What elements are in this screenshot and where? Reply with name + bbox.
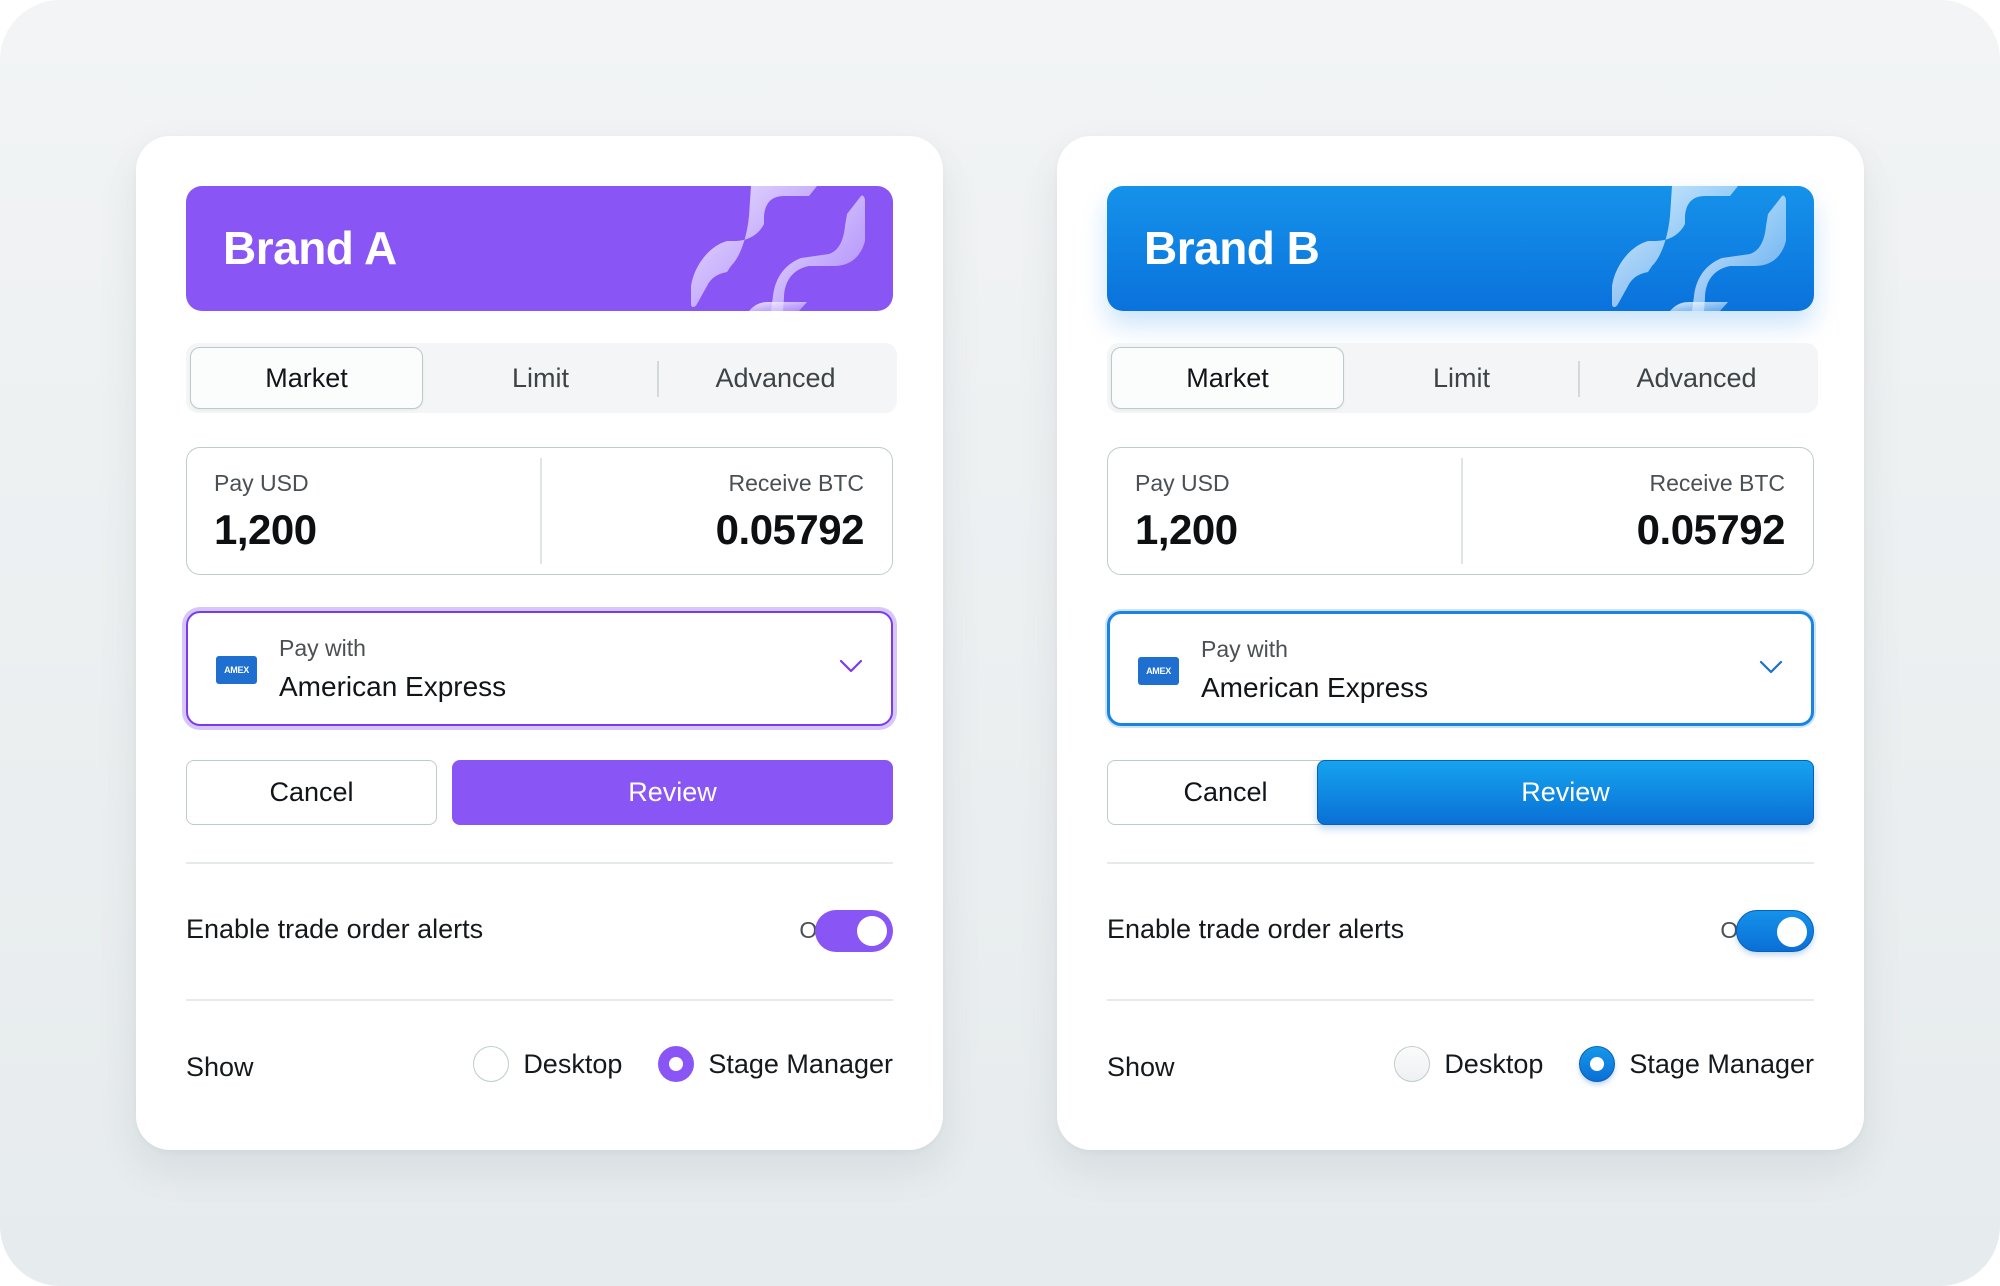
alerts-toggle-label: Enable trade order alerts bbox=[186, 914, 484, 944]
payment-method-label: Pay with bbox=[1201, 636, 1288, 662]
brand-title: Brand A bbox=[223, 222, 397, 274]
radio-option-stage-manager[interactable]: Stage Manager bbox=[658, 1046, 893, 1082]
receive-amount-value[interactable]: 0.05792 bbox=[1637, 506, 1786, 554]
cancel-button[interactable]: Cancel bbox=[186, 760, 437, 825]
receive-currency-label: Receive BTC bbox=[1649, 470, 1785, 496]
divider bbox=[186, 999, 893, 1001]
tab-limit[interactable]: Limit bbox=[424, 347, 657, 409]
divider bbox=[1107, 999, 1814, 1001]
radio-button-selected[interactable] bbox=[1579, 1046, 1616, 1082]
show-label: Show bbox=[186, 1052, 254, 1082]
radio-label: Desktop bbox=[1444, 1048, 1544, 1079]
review-button[interactable]: Review bbox=[452, 760, 893, 825]
show-radio-group: Desktop Stage Manager bbox=[473, 1044, 893, 1084]
payment-method-select[interactable]: AMEX Pay with American Express bbox=[186, 611, 893, 726]
tab-advanced[interactable]: Advanced bbox=[1580, 347, 1813, 409]
radio-label: Desktop bbox=[523, 1048, 623, 1079]
pay-currency-label: Pay USD bbox=[214, 470, 309, 496]
radio-label: Stage Manager bbox=[1629, 1048, 1814, 1079]
order-type-tabs: Market Limit Advanced bbox=[1107, 343, 1818, 413]
trade-card-brand-b: Brand B Market Limit Advanced Pay USD 1,… bbox=[1057, 136, 1864, 1150]
radio-option-desktop[interactable]: Desktop bbox=[473, 1046, 622, 1082]
brand-banner: Brand A bbox=[186, 186, 893, 311]
tab-advanced[interactable]: Advanced bbox=[659, 347, 892, 409]
receive-amount-value[interactable]: 0.05792 bbox=[716, 506, 865, 554]
payment-method-value: American Express bbox=[1201, 672, 1429, 703]
pay-amount-input[interactable]: 1,200 bbox=[1135, 506, 1238, 554]
radio-button[interactable] bbox=[473, 1046, 510, 1082]
amount-separator bbox=[540, 458, 542, 564]
amount-panel: Pay USD 1,200 Receive BTC 0.05792 bbox=[1107, 447, 1814, 575]
alerts-toggle[interactable] bbox=[1736, 910, 1814, 952]
payment-method-value: American Express bbox=[279, 671, 507, 702]
chevron-down-icon bbox=[839, 659, 863, 673]
review-button[interactable]: Review bbox=[1317, 760, 1814, 825]
radio-button[interactable] bbox=[1394, 1046, 1431, 1082]
show-label: Show bbox=[1107, 1052, 1175, 1082]
divider bbox=[186, 862, 893, 864]
chevron-down-icon bbox=[1759, 660, 1783, 674]
payment-method-select[interactable]: AMEX Pay with American Express bbox=[1107, 611, 1814, 726]
pay-currency-label: Pay USD bbox=[1135, 470, 1230, 496]
pay-amount-input[interactable]: 1,200 bbox=[214, 506, 317, 554]
cancel-button[interactable]: Cancel bbox=[1107, 760, 1344, 825]
toggle-knob bbox=[857, 916, 887, 946]
radio-option-desktop[interactable]: Desktop bbox=[1394, 1046, 1543, 1082]
background-frame: Brand A Market Limit Advanced Pay USD 1,… bbox=[0, 0, 2000, 1286]
radio-button-selected[interactable] bbox=[658, 1046, 695, 1082]
tab-market[interactable]: Market bbox=[1111, 347, 1344, 409]
tab-market[interactable]: Market bbox=[190, 347, 423, 409]
amex-card-icon: AMEX bbox=[216, 656, 257, 684]
brand-banner: Brand B bbox=[1107, 186, 1814, 311]
amount-panel: Pay USD 1,200 Receive BTC 0.05792 bbox=[186, 447, 893, 575]
alerts-toggle-label: Enable trade order alerts bbox=[1107, 914, 1405, 944]
trade-card-brand-a: Brand A Market Limit Advanced Pay USD 1,… bbox=[136, 136, 943, 1150]
radio-option-stage-manager[interactable]: Stage Manager bbox=[1579, 1046, 1814, 1082]
brand-title: Brand B bbox=[1144, 222, 1320, 274]
toggle-knob bbox=[1777, 917, 1807, 947]
receive-currency-label: Receive BTC bbox=[728, 470, 864, 496]
tab-limit[interactable]: Limit bbox=[1345, 347, 1578, 409]
show-radio-group: Desktop Stage Manager bbox=[1394, 1044, 1814, 1084]
amount-separator bbox=[1461, 458, 1463, 564]
radio-label: Stage Manager bbox=[708, 1048, 893, 1079]
payment-method-label: Pay with bbox=[279, 635, 366, 661]
ribbon-decoration-icon bbox=[691, 186, 865, 311]
alerts-toggle[interactable] bbox=[815, 910, 893, 952]
amex-card-icon: AMEX bbox=[1138, 657, 1179, 685]
order-type-tabs: Market Limit Advanced bbox=[186, 343, 897, 413]
ribbon-decoration-icon bbox=[1612, 186, 1786, 311]
divider bbox=[1107, 862, 1814, 864]
